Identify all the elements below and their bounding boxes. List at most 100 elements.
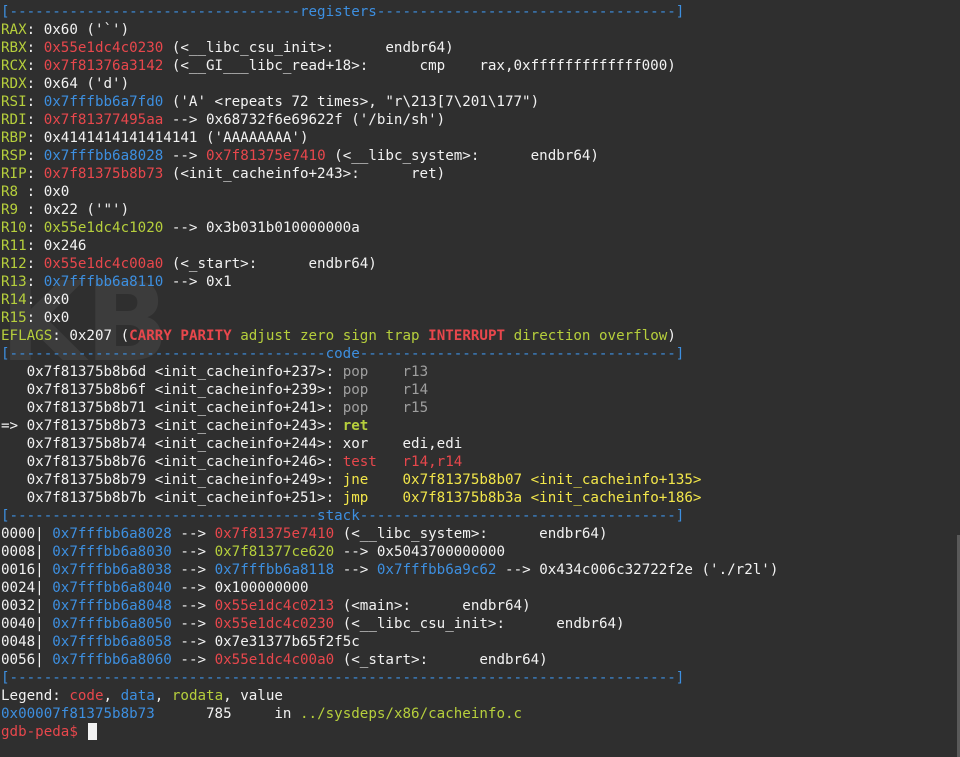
stack-address: 0x7fffbb6a8040: [52, 580, 172, 596]
stack-value: (<__libc_csu_init>: endbr64): [334, 616, 625, 632]
stack-address: 0x7fffbb6a8058: [52, 634, 172, 650]
instruction-address: 0x7f81375b8b7b: [26, 490, 147, 506]
register-address: 0x7fffbb6a7fd0: [43, 94, 164, 110]
register-row: R9 : 0x22 ('"'): [1, 202, 130, 218]
register-value: --> 0x1: [163, 274, 232, 290]
eflags-row: EFLAGS: 0x207 (CARRY PARITY adjust zero …: [1, 328, 676, 344]
register-row: RCX: 0x7f81376a3142 (<__GI___libc_read+1…: [1, 58, 676, 74]
instruction-marker: [1, 364, 27, 380]
stack-value: (<_start>: endbr64): [334, 652, 548, 668]
stack-value: -->: [334, 562, 377, 578]
register-address: 0x7f81375b8b73: [43, 166, 164, 182]
instruction-marker: [1, 454, 27, 470]
instruction-row: 0x7f81375b8b79 <init_cacheinfo+249>: jne…: [1, 471, 702, 489]
register-name: R15: [1, 310, 27, 326]
instruction-mnemonic: test: [342, 454, 377, 470]
eflag: overflow: [599, 328, 668, 344]
register-row: RDI: 0x7f81377495aa --> 0x68732f6e69622f…: [1, 112, 446, 128]
instruction-marker: [1, 436, 27, 452]
stack-row: 0056| 0x7fffbb6a8060 --> 0x55e1dc4c00a0 …: [1, 651, 548, 669]
register-value: (<__libc_csu_init>: endbr64): [163, 40, 454, 56]
stack-value: --> 0x7e31377b65f2f5c: [171, 634, 360, 650]
register-row: RSI: 0x7fffbb6a7fd0 ('A' <repeats 72 tim…: [1, 94, 540, 110]
instruction-operands: 0x7f81375b8b07 <init_cacheinfo+135>: [402, 472, 702, 488]
eflags-close: ): [667, 328, 676, 344]
command-prompt[interactable]: gdb-peda$: [1, 723, 98, 741]
instruction-address: 0x7f81375b8b76: [26, 454, 147, 470]
stack-row: 0000| 0x7fffbb6a8028 --> 0x7f81375e7410 …: [1, 525, 608, 543]
register-value: 0x64 ('d'): [43, 76, 130, 92]
stack-offset: 0016|: [1, 562, 44, 578]
register-value: (<_start>: endbr64): [163, 256, 377, 272]
stack-address: 0x7fffbb6a8060: [52, 652, 172, 668]
instruction-symbol: <init_cacheinfo+239>:: [154, 382, 335, 398]
instruction-address: 0x7f81375b8b73: [26, 418, 147, 434]
instruction-operands: r14: [402, 382, 429, 398]
register-value: (<__libc_system>: endbr64): [325, 148, 599, 164]
location-address: 0x00007f81375b8b73: [1, 706, 155, 722]
legend-data: data: [120, 688, 155, 704]
register-row: R11: 0x246: [1, 238, 87, 254]
register-value: 0x4141414141414141 ('AAAAAAAA'): [43, 130, 309, 146]
stack-row: 0016| 0x7fffbb6a8038 --> 0x7fffbb6a8118 …: [1, 561, 778, 579]
register-value: (<init_cacheinfo+243>: ret): [163, 166, 446, 182]
stack-address: 0x7fffbb6a8030: [52, 544, 172, 560]
instruction-marker: =>: [1, 418, 27, 434]
instruction-operands: r13: [402, 364, 429, 380]
eflag: direction: [513, 328, 591, 344]
register-address: 0x7fffbb6a8028: [43, 148, 164, 164]
cursor-block[interactable]: [88, 723, 98, 740]
instruction-mnemonic: jmp: [342, 490, 369, 506]
instruction-address: 0x7f81375b8b71: [26, 400, 147, 416]
register-row: RDX: 0x64 ('d'): [1, 76, 130, 92]
register-name: RSP: [1, 148, 27, 164]
stack-offset: 0024|: [1, 580, 44, 596]
register-row: R14: 0x0: [1, 292, 70, 308]
stack-address: 0x7fffbb6a8028: [52, 526, 172, 542]
eflag: trap: [385, 328, 420, 344]
register-row: R13: 0x7fffbb6a8110 --> 0x1: [1, 274, 232, 290]
stack-value: (<main>: endbr64): [334, 598, 531, 614]
stack-offset: 0032|: [1, 598, 44, 614]
stack-row: 0048| 0x7fffbb6a8058 --> 0x7e31377b65f2f…: [1, 633, 360, 651]
register-row: RBP: 0x4141414141414141 ('AAAAAAAA'): [1, 130, 309, 146]
stack-row: 0024| 0x7fffbb6a8040 --> 0x100000000: [1, 579, 309, 597]
instruction-address: 0x7f81375b8b6d: [26, 364, 147, 380]
eflag: sign: [342, 328, 377, 344]
stack-address: 0x7fffbb6a8038: [52, 562, 172, 578]
register-address: 0x55e1dc4c00a0: [43, 256, 164, 272]
register-address: 0x7fffbb6a8110: [43, 274, 164, 290]
eflag: CARRY: [129, 328, 172, 344]
legend-rodata: rodata: [171, 688, 224, 704]
instruction-address: 0x7f81375b8b74: [26, 436, 147, 452]
register-value: -->: [163, 148, 207, 164]
register-address: 0x7f81375e7410: [206, 148, 326, 164]
legend-separator: ,: [154, 688, 172, 704]
register-row: RIP: 0x7f81375b8b73 (<init_cacheinfo+243…: [1, 166, 446, 182]
register-address: 0x7f81376a3142: [43, 58, 164, 74]
stack-value: --> 0x5043700000000: [334, 544, 506, 560]
stack-row: 0032| 0x7fffbb6a8048 --> 0x55e1dc4c0213 …: [1, 597, 531, 615]
legend-code: code: [69, 688, 104, 704]
register-value: (<__GI___libc_read+18>: cmp rax,0xffffff…: [163, 58, 676, 74]
stack-value: 0x7f81377ce620: [214, 544, 335, 560]
legend-value: value: [240, 688, 283, 704]
stack-value: 0x7fffbb6a8118: [214, 562, 335, 578]
instruction-operands: r14,r14: [402, 454, 463, 470]
register-row: R8 : 0x0: [1, 184, 70, 200]
instruction-symbol: <init_cacheinfo+243>:: [154, 418, 335, 434]
registers-header: [----------------------------------regis…: [1, 3, 684, 21]
instruction-marker: [1, 400, 27, 416]
terminal-window[interactable]: KB [----------------------------------re…: [0, 0, 960, 757]
stack-value: 0x55e1dc4c00a0: [214, 652, 335, 668]
stack-offset: 0040|: [1, 616, 44, 632]
stack-address: 0x7fffbb6a8048: [52, 598, 172, 614]
instruction-marker: [1, 490, 27, 506]
stack-row: 0008| 0x7fffbb6a8030 --> 0x7f81377ce620 …: [1, 543, 505, 561]
instruction-address: 0x7f81375b8b6f: [26, 382, 147, 398]
stack-value: -->: [171, 562, 215, 578]
instruction-symbol: <init_cacheinfo+244>:: [154, 436, 335, 452]
stack-value: 0x55e1dc4c0213: [214, 598, 335, 614]
register-value: 0x0: [43, 184, 70, 200]
instruction-mnemonic: ret: [342, 418, 369, 434]
